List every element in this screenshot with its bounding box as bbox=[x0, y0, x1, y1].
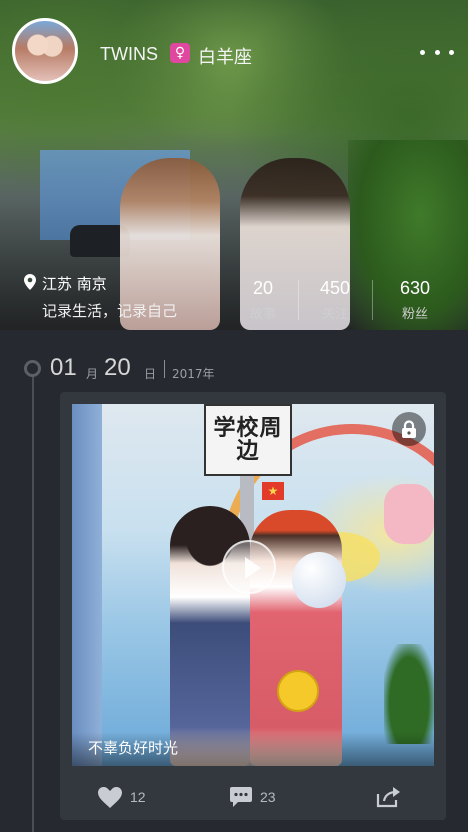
comment-icon bbox=[230, 787, 252, 807]
stat-value: 20 bbox=[252, 278, 274, 298]
stat-followers[interactable]: 630 粉丝 bbox=[382, 278, 448, 322]
timeline-line bbox=[32, 374, 34, 832]
balloon bbox=[292, 552, 346, 608]
photo-plant bbox=[384, 644, 434, 744]
more-options-icon[interactable] bbox=[420, 42, 454, 62]
comment-count: 23 bbox=[260, 789, 276, 805]
date-separator bbox=[164, 360, 165, 378]
location-text: 江苏 南京 bbox=[42, 275, 107, 293]
photo-wall-tiles bbox=[72, 404, 102, 766]
profile-motto: 记录生活，记录自己 bbox=[42, 302, 178, 320]
like-count: 12 bbox=[130, 789, 146, 805]
location-pin-icon bbox=[24, 274, 36, 290]
date-year: 2017年 bbox=[172, 367, 215, 381]
date-month: 01 bbox=[50, 354, 77, 381]
stat-divider bbox=[298, 280, 299, 320]
female-icon: ♀ bbox=[170, 43, 190, 63]
comment-button[interactable]: 23 bbox=[230, 784, 276, 810]
stat-label: 粉丝 bbox=[401, 307, 428, 322]
date-day: 20 bbox=[104, 354, 131, 381]
play-icon[interactable] bbox=[222, 540, 276, 594]
zodiac-sign: 白羊座 bbox=[198, 47, 252, 68]
stat-following[interactable]: 450 关注 bbox=[302, 278, 368, 322]
lock-icon[interactable] bbox=[392, 412, 426, 446]
share-icon bbox=[376, 787, 400, 808]
school-sign: 学校周边 bbox=[204, 404, 292, 476]
heart-icon bbox=[98, 786, 122, 808]
date-day-unit: 日 bbox=[144, 367, 157, 381]
stat-value: 630 bbox=[399, 278, 431, 298]
like-button[interactable]: 12 bbox=[98, 784, 146, 810]
timeline-dot bbox=[24, 360, 41, 377]
avatar[interactable] bbox=[12, 18, 78, 84]
photo-pig-mural bbox=[384, 484, 434, 544]
stat-value: 450 bbox=[319, 278, 351, 298]
stat-stories[interactable]: 20 故事 bbox=[230, 278, 296, 322]
stat-label: 关注 bbox=[321, 307, 348, 322]
star-badge-icon: ★ bbox=[262, 482, 284, 500]
date-month-unit: 月 bbox=[86, 367, 99, 381]
smiley-bag bbox=[277, 670, 319, 712]
stat-label: 故事 bbox=[249, 307, 276, 322]
story-photo[interactable]: 学校周边 ★ 不辜负好时光 bbox=[72, 404, 434, 766]
nickname: TWINS bbox=[100, 44, 158, 64]
share-button[interactable] bbox=[376, 784, 402, 810]
stat-divider bbox=[372, 280, 373, 320]
post-caption: 不辜负好时光 bbox=[88, 739, 179, 757]
